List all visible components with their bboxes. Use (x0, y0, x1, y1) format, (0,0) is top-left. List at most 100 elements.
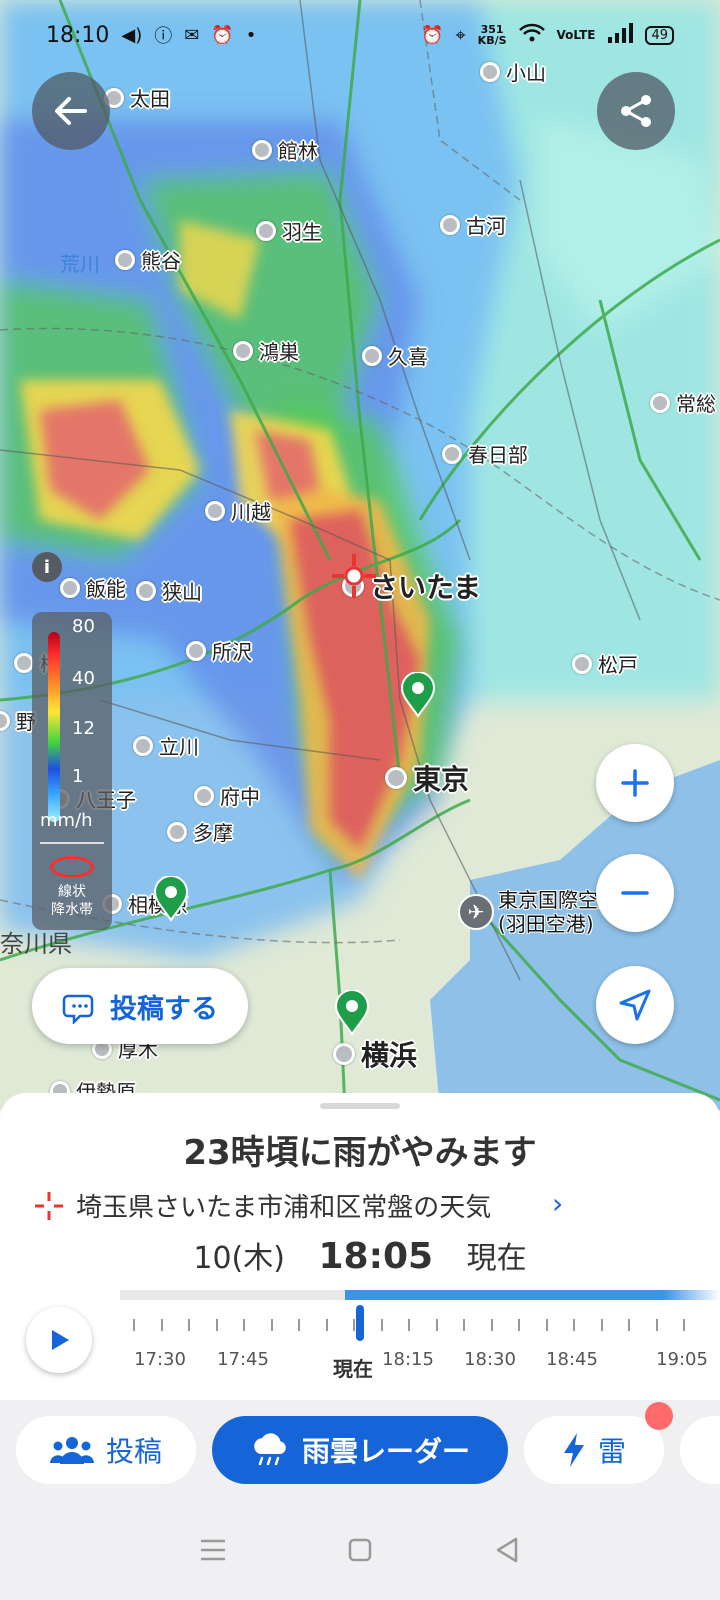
airplane-icon: ✈ (458, 894, 494, 930)
back-button[interactable] (32, 72, 110, 150)
menu-icon[interactable] (198, 1537, 228, 1563)
place-name: 府中 (220, 785, 260, 809)
timeline-tick (546, 1319, 548, 1331)
rain-forecast-headline: 23時頃に雨がやみます (183, 1133, 537, 1173)
place-marker[interactable]: 太田 (104, 83, 170, 112)
legend-color-bar (48, 632, 60, 822)
home-icon[interactable] (345, 1535, 375, 1565)
place-marker[interactable]: 常総 (650, 388, 716, 417)
timeline-forecast-range (345, 1290, 720, 1300)
signal-icon (607, 22, 634, 48)
linear-band-icon (50, 856, 94, 878)
weather-sheet[interactable]: 23時頃に雨がやみます 埼玉県さいたま市浦和区常盤の天気 › 10(木) 18:… (0, 1093, 720, 1400)
airport-marker[interactable]: ✈ 東京国際空港 (羽田空港) (458, 888, 618, 936)
timeline-tick (436, 1319, 438, 1331)
timeline-tick (518, 1319, 520, 1331)
city-marker[interactable]: 東京 (385, 758, 469, 798)
place-marker[interactable]: 熊谷 (115, 245, 181, 274)
timeline-tick (188, 1319, 190, 1331)
place-dot-icon (115, 249, 135, 270)
tab-thunder-label: 雷 (597, 1435, 626, 1468)
place-name: 鴻巣 (259, 340, 299, 364)
observation-day: 10(木) (193, 1241, 285, 1276)
current-location-button[interactable] (596, 966, 674, 1044)
place-dot-icon (252, 139, 272, 160)
timeline-tick (601, 1319, 603, 1331)
legend-tick: 12 (72, 718, 95, 739)
timeline-tick (491, 1319, 493, 1331)
place-marker[interactable]: 鴻巣 (233, 336, 299, 365)
location-icon: ⌖ (455, 24, 466, 46)
crosshair-icon (35, 1191, 63, 1220)
timeline-tick (161, 1319, 163, 1331)
tab-posts-label: 投稿 (105, 1435, 162, 1468)
tab-rain-radar[interactable]: 雨雲レーダー (212, 1416, 508, 1484)
place-marker[interactable]: 府中 (194, 781, 260, 810)
observation-clock: 18:05 (318, 1236, 434, 1277)
place-name: 立川 (159, 735, 199, 759)
place-name: 熊谷 (141, 249, 181, 273)
timeline-time-label: 17:30 (134, 1349, 186, 1370)
legend-band-label-1: 線状 (58, 884, 86, 900)
place-marker[interactable]: 多摩 (167, 817, 233, 846)
timeline-time-label: 17:45 (217, 1349, 269, 1370)
place-dot-icon (333, 1043, 355, 1065)
location-name: 埼玉県さいたま市浦和区常盤の天気 (76, 1193, 492, 1223)
place-dot-icon (194, 785, 214, 806)
place-name: 太田 (130, 87, 170, 111)
back-nav-icon[interactable] (492, 1535, 522, 1565)
timeline-tick (243, 1319, 245, 1331)
place-marker[interactable]: 館林 (252, 135, 318, 164)
sheet-handle[interactable] (320, 1103, 400, 1109)
post-pin-icon[interactable] (334, 990, 370, 1036)
info-icon[interactable]: i (32, 552, 62, 582)
share-button[interactable] (597, 72, 675, 150)
place-marker[interactable]: 立川 (133, 731, 199, 760)
tab-radar-label: 雨雲レーダー (301, 1435, 470, 1468)
play-button[interactable] (26, 1307, 92, 1373)
post-pin-icon[interactable] (400, 672, 436, 718)
post-button[interactable]: 投稿する (32, 968, 248, 1044)
place-marker[interactable]: 松戸 (572, 649, 638, 678)
place-marker[interactable]: 羽生 (256, 216, 322, 245)
speed-unit: KB/S (477, 34, 507, 47)
place-marker[interactable]: 所沢 (186, 636, 252, 665)
place-dot-icon (385, 767, 407, 789)
city-marker[interactable]: 横浜 (333, 1034, 417, 1074)
plus-icon (621, 769, 649, 797)
place-marker[interactable]: 古河 (440, 210, 506, 239)
timeline-time-label: 19:05 (656, 1349, 708, 1370)
place-marker[interactable]: 野 (0, 706, 36, 735)
timeline-tick (133, 1319, 135, 1331)
zoom-out-button[interactable] (596, 854, 674, 932)
place-marker[interactable]: 春日部 (442, 439, 528, 468)
tab-posts[interactable]: 投稿 (16, 1416, 196, 1484)
zoom-in-button[interactable] (596, 744, 674, 822)
precipitation-legend[interactable]: 80 40 12 1 mm/h 線状 降水帯 (32, 612, 112, 930)
legend-tick: 1 (72, 766, 84, 787)
timeline-handle[interactable] (356, 1305, 364, 1341)
share-icon (621, 95, 651, 127)
timeline-tick (628, 1319, 630, 1331)
place-dot-icon (0, 710, 10, 731)
place-dot-icon (186, 640, 206, 661)
timeline-tick (298, 1319, 300, 1331)
place-marker[interactable]: 狭山 (136, 576, 202, 605)
legend-divider (40, 842, 104, 844)
chevron-right-icon[interactable]: › (552, 1187, 563, 1220)
timeline-time-label: 18:15 (382, 1349, 434, 1370)
place-marker[interactable]: 久喜 (362, 341, 428, 370)
place-dot-icon (650, 392, 670, 413)
place-dot-icon (133, 735, 153, 756)
location-row[interactable]: 埼玉県さいたま市浦和区常盤の天気 (32, 1187, 491, 1224)
tab-thunder[interactable]: 雷 (524, 1416, 664, 1484)
legend-unit: mm/h (40, 810, 93, 831)
place-dot-icon (362, 345, 382, 366)
place-marker[interactable]: 川越 (205, 496, 271, 525)
place-name: 常総 (676, 392, 716, 416)
radar-map[interactable]: 荒川 奈川県 太田小山館林羽生古河熊谷鴻巣久喜常総春日部川越狭山飯能梅所沢松戸野… (0, 0, 720, 1110)
place-marker[interactable]: 飯能 (60, 573, 126, 602)
place-name: 久喜 (388, 345, 428, 369)
place-dot-icon (14, 652, 34, 673)
post-pin-icon[interactable] (153, 876, 189, 922)
